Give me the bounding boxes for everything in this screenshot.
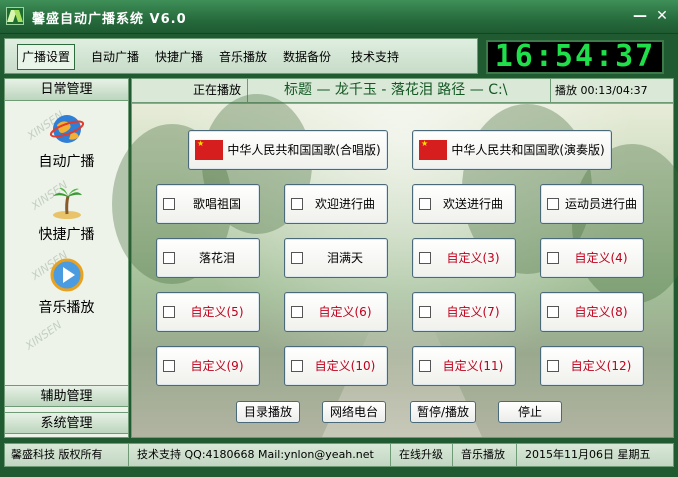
- close-button[interactable]: ✕: [654, 8, 670, 24]
- song-checkbox[interactable]: [163, 360, 175, 372]
- custom-button-5[interactable]: 自定义(5): [156, 292, 260, 332]
- custom-button-11[interactable]: 自定义(11): [412, 346, 516, 386]
- song-label: 欢送进行曲: [442, 197, 503, 211]
- song-checkbox[interactable]: [291, 360, 303, 372]
- song-label: 泪满天: [326, 251, 363, 265]
- status-row: 正在播放 标题 — 龙千玉 - 落花泪 路径 — C:\ 播放 00:13/04…: [132, 79, 673, 103]
- menu-item-tech-support[interactable]: 技术支持: [351, 47, 399, 67]
- custom-button-3[interactable]: 自定义(3): [412, 238, 516, 278]
- custom-button-4[interactable]: 自定义(4): [540, 238, 644, 278]
- stop-button[interactable]: 停止: [498, 401, 562, 423]
- song-checkbox[interactable]: [291, 252, 303, 264]
- song-button-1[interactable]: 歌唱祖国: [156, 184, 260, 224]
- custom-button-9[interactable]: 自定义(9): [156, 346, 260, 386]
- footer-company: 馨盛科技 版权所有: [5, 444, 129, 466]
- custom-label: 自定义(4): [574, 251, 628, 265]
- song-checkbox[interactable]: [547, 360, 559, 372]
- footer-date: 2015年11月06日 星期五: [525, 448, 651, 461]
- song-checkbox[interactable]: [419, 306, 431, 318]
- online-upgrade-link[interactable]: 在线升级: [393, 444, 453, 466]
- custom-label: 自定义(7): [446, 305, 500, 319]
- song-checkbox[interactable]: [419, 198, 431, 210]
- anthem-instrumental-button[interactable]: 中华人民共和国国歌(演奏版): [412, 130, 612, 170]
- song-label: 落花泪: [198, 251, 235, 265]
- minimize-button[interactable]: —: [632, 8, 648, 24]
- custom-button-10[interactable]: 自定义(10): [284, 346, 388, 386]
- custom-button-12[interactable]: 自定义(12): [540, 346, 644, 386]
- custom-label: 自定义(10): [314, 359, 376, 373]
- watermark: XINSEN: [22, 318, 65, 353]
- song-checkbox[interactable]: [547, 198, 559, 210]
- song-label: 运动员进行曲: [564, 197, 637, 211]
- playback-progress: 播放 00:13/04:37: [550, 79, 673, 102]
- sidebar-header-daily[interactable]: 日常管理: [5, 79, 128, 101]
- custom-button-6[interactable]: 自定义(6): [284, 292, 388, 332]
- anthem-chorus-label: 中华人民共和国国歌(合唱版): [227, 143, 381, 157]
- anthem-instrumental-label: 中华人民共和国国歌(演奏版): [451, 143, 605, 157]
- menu-bar: 广播设置 自动广播 快捷广播 音乐播放 数据备份 技术支持: [4, 38, 478, 74]
- title-bar: 馨盛自动广播系统 V6.0 — ✕: [0, 0, 678, 34]
- song-button-4[interactable]: 运动员进行曲: [540, 184, 644, 224]
- song-checkbox[interactable]: [163, 252, 175, 264]
- sidebar-item-music-play[interactable]: 音乐播放: [5, 257, 128, 317]
- custom-label: 自定义(8): [574, 305, 628, 319]
- custom-label: 自定义(12): [570, 359, 632, 373]
- directory-play-button[interactable]: 目录播放: [236, 401, 300, 423]
- song-button-6[interactable]: 泪满天: [284, 238, 388, 278]
- menu-item-data-backup[interactable]: 数据备份: [283, 47, 331, 67]
- sidebar: 日常管理 XINSEN XINSEN XINSEN XINSEN 自动广播 快捷…: [4, 78, 129, 438]
- net-radio-button[interactable]: 网络电台: [322, 401, 386, 423]
- sidebar-item-label: 快捷广播: [38, 227, 95, 243]
- song-checkbox[interactable]: [291, 198, 303, 210]
- pause-play-button[interactable]: 暂停/播放: [410, 401, 476, 423]
- palm-tree-icon: [53, 187, 82, 219]
- song-label: 歌唱祖国: [192, 197, 241, 211]
- now-playing-label: 正在播放: [132, 79, 248, 102]
- custom-button-7[interactable]: 自定义(7): [412, 292, 516, 332]
- china-flag-icon: [195, 139, 223, 160]
- sidebar-item-label: 音乐播放: [38, 300, 95, 316]
- song-checkbox[interactable]: [291, 306, 303, 318]
- custom-button-8[interactable]: 自定义(8): [540, 292, 644, 332]
- footer-music-link[interactable]: 音乐播放: [455, 444, 517, 466]
- play-icon: [50, 258, 84, 292]
- sidebar-item-quick-broadcast[interactable]: 快捷广播: [5, 184, 128, 244]
- china-flag-icon: [419, 139, 447, 160]
- globe-icon: [49, 115, 85, 143]
- status-bar: 馨盛科技 版权所有 技术支持 QQ:4180668 Mail:ynlon@yea…: [4, 443, 674, 467]
- song-checkbox[interactable]: [547, 252, 559, 264]
- sidebar-item-label: 自动广播: [38, 154, 95, 170]
- main-panel: 正在播放 标题 — 龙千玉 - 落花泪 路径 — C:\ 播放 00:13/04…: [112, 78, 678, 438]
- app-logo-icon: [6, 7, 24, 25]
- sidebar-header-aux[interactable]: 辅助管理: [5, 385, 128, 407]
- song-label: 欢迎进行曲: [314, 197, 375, 211]
- song-checkbox[interactable]: [163, 306, 175, 318]
- sidebar-header-system[interactable]: 系统管理: [5, 412, 128, 434]
- menu-item-quick-broadcast[interactable]: 快捷广播: [155, 47, 203, 67]
- song-button-3[interactable]: 欢送进行曲: [412, 184, 516, 224]
- song-checkbox[interactable]: [419, 360, 431, 372]
- clock-time: 16:54:37: [494, 39, 656, 74]
- anthem-chorus-button[interactable]: 中华人民共和国国歌(合唱版): [188, 130, 388, 170]
- button-stage: 中华人民共和国国歌(合唱版) 中华人民共和国国歌(演奏版) 歌唱祖国 欢迎进行曲…: [112, 94, 678, 437]
- song-checkbox[interactable]: [419, 252, 431, 264]
- song-button-5[interactable]: 落花泪: [156, 238, 260, 278]
- song-button-2[interactable]: 欢迎进行曲: [284, 184, 388, 224]
- song-checkbox[interactable]: [547, 306, 559, 318]
- window-title: 馨盛自动广播系统 V6.0: [32, 12, 187, 27]
- custom-label: 自定义(6): [318, 305, 372, 319]
- custom-label: 自定义(9): [190, 359, 244, 373]
- digital-clock: 16:54:37: [486, 40, 664, 74]
- menu-item-auto-broadcast[interactable]: 自动广播: [91, 47, 139, 67]
- custom-label: 自定义(11): [442, 359, 504, 373]
- custom-label: 自定义(5): [190, 305, 244, 319]
- menu-item-music-play[interactable]: 音乐播放: [219, 47, 267, 67]
- custom-label: 自定义(3): [446, 251, 500, 265]
- song-checkbox[interactable]: [163, 198, 175, 210]
- footer-support: 技术支持 QQ:4180668 Mail:ynlon@yeah.net: [131, 444, 391, 466]
- sidebar-item-auto-broadcast[interactable]: 自动广播: [5, 111, 128, 171]
- now-playing-ticker: 标题 — 龙千玉 - 落花泪 路径 — C:\: [284, 82, 508, 98]
- menu-item-broadcast-settings[interactable]: 广播设置: [17, 44, 76, 70]
